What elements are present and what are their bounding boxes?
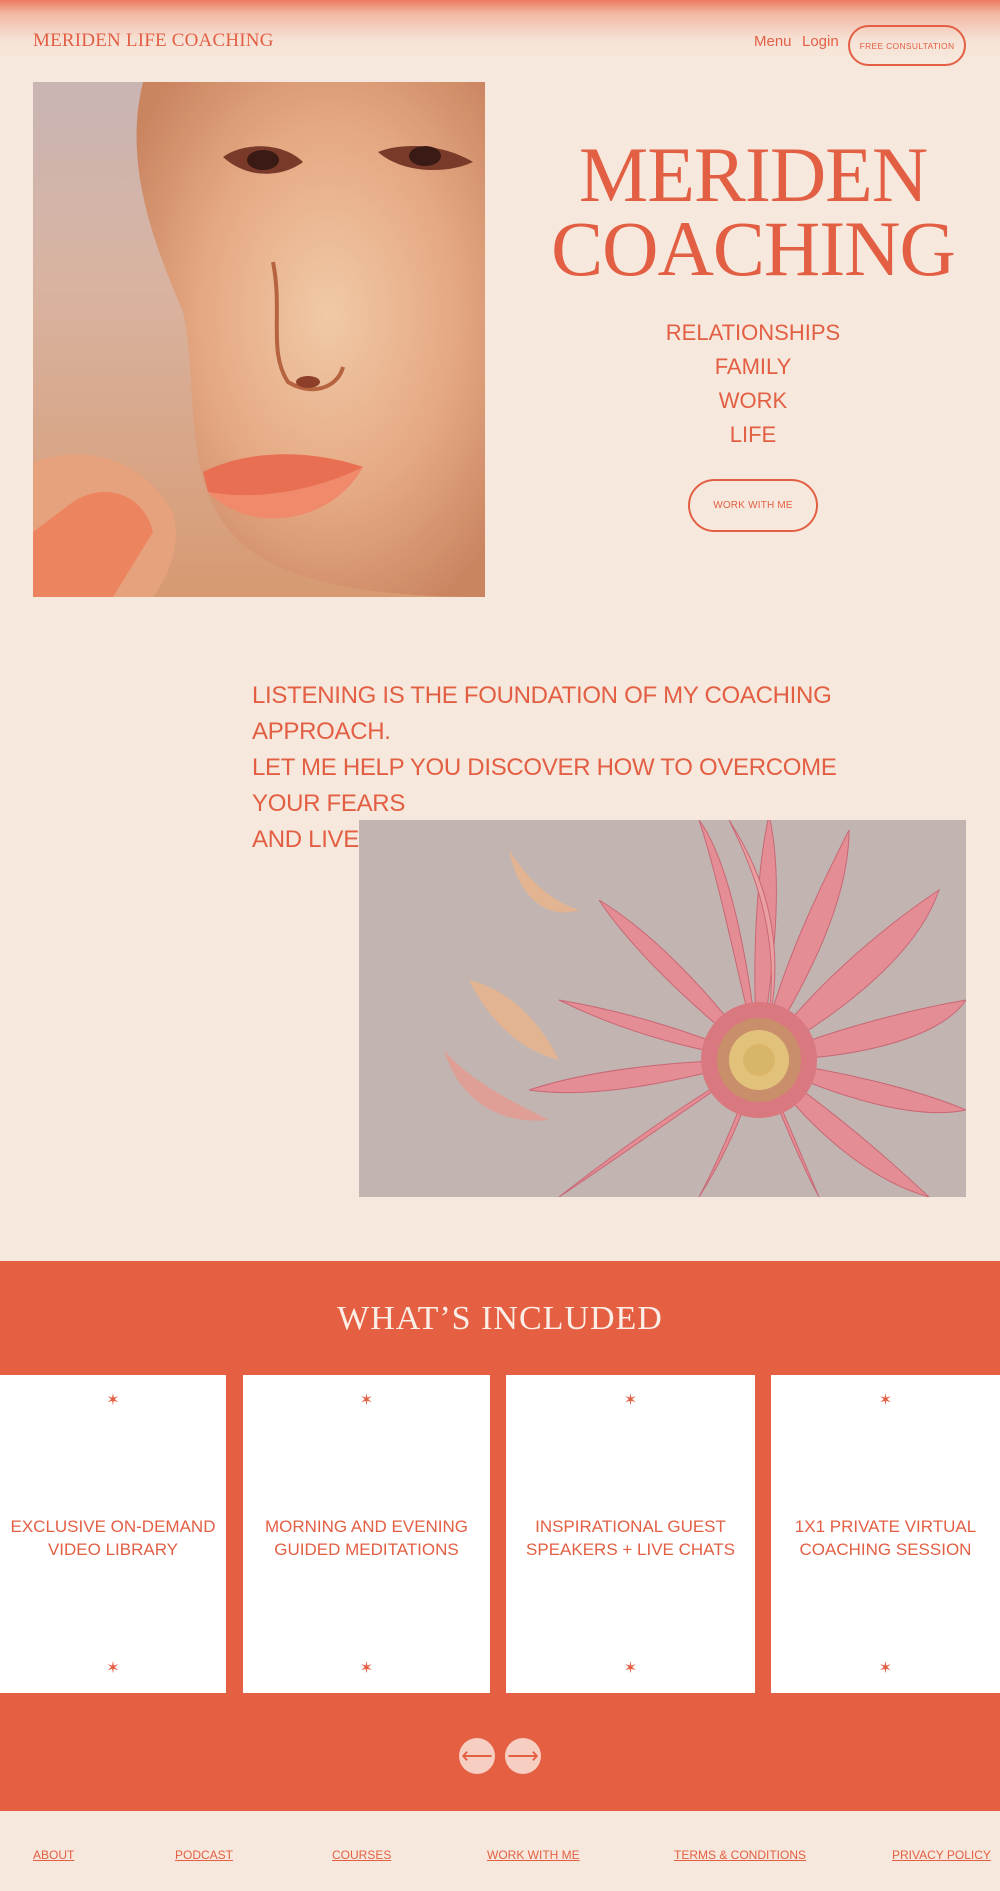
card-label-line2: SPEAKERS + LIVE CHATS xyxy=(526,1540,735,1559)
star-icon: ✶ xyxy=(878,1660,893,1677)
nav-menu-link[interactable]: Menu xyxy=(754,33,792,50)
site-logo[interactable]: MERIDEN LIFE COACHING xyxy=(33,30,274,52)
included-card-video-library[interactable]: ✶ EXCLUSIVE ON-DEMAND VIDEO LIBRARY ✶ xyxy=(0,1375,226,1693)
included-card-guest-speakers[interactable]: ✶ INSPIRATIONAL GUEST SPEAKERS + LIVE CH… xyxy=(506,1375,755,1693)
intro-line1: LISTENING IS THE FOUNDATION OF MY COACHI… xyxy=(252,682,832,745)
footer-link-about[interactable]: ABOUT xyxy=(33,1848,74,1862)
hero-title-line1: MERIDEN xyxy=(578,131,928,218)
star-icon: ✶ xyxy=(359,1660,374,1677)
arrow-right-icon: ⟶ xyxy=(507,1743,539,1768)
whats-included-title: WHAT’S INCLUDED xyxy=(337,1300,663,1337)
card-label: EXCLUSIVE ON-DEMAND VIDEO LIBRARY xyxy=(0,1515,226,1561)
carousel-next-button[interactable]: ⟶ xyxy=(505,1738,541,1774)
focus-item-life: LIFE xyxy=(729,422,777,447)
nav-login-link[interactable]: Login xyxy=(802,33,839,50)
card-label-line1: INSPIRATIONAL GUEST xyxy=(535,1517,726,1536)
star-icon: ✶ xyxy=(878,1392,893,1409)
footer-link-work-with-me[interactable]: WORK WITH ME xyxy=(487,1848,580,1862)
work-with-me-button[interactable]: WORK WITH ME xyxy=(688,479,818,532)
footer-link-privacy[interactable]: PRIVACY POLICY xyxy=(892,1848,991,1862)
carousel-prev-button[interactable]: ⟵ xyxy=(459,1738,495,1774)
focus-item-work: WORK xyxy=(718,388,788,413)
star-icon: ✶ xyxy=(106,1392,120,1409)
focus-item-family: FAMILY xyxy=(714,354,792,379)
footer-link-terms[interactable]: TERMS & CONDITIONS xyxy=(674,1848,806,1862)
star-icon: ✶ xyxy=(106,1660,120,1677)
star-icon: ✶ xyxy=(359,1392,374,1409)
footer-link-podcast[interactable]: PODCAST xyxy=(175,1848,233,1862)
portrait-illustration xyxy=(33,82,485,597)
intro-line2: LET ME HELP YOU DISCOVER HOW TO OVERCOME… xyxy=(252,754,837,817)
card-label-line1: EXCLUSIVE ON-DEMAND xyxy=(10,1517,216,1536)
flower-illustration xyxy=(359,820,966,1197)
included-card-meditations[interactable]: ✶ MORNING AND EVENING GUIDED MEDITATIONS… xyxy=(243,1375,490,1693)
included-card-private-session[interactable]: ✶ 1X1 PRIVATE VIRTUAL COACHING SESSION ✶ xyxy=(771,1375,1000,1693)
hero-focus-list: RELATIONSHIPS FAMILY WORK LIFE xyxy=(600,316,906,452)
hero-title: MERIDEN COACHING xyxy=(540,131,966,292)
arrow-left-icon: ⟵ xyxy=(461,1743,493,1768)
card-label: INSPIRATIONAL GUEST SPEAKERS + LIVE CHAT… xyxy=(506,1515,755,1561)
card-label-line1: 1X1 PRIVATE VIRTUAL xyxy=(794,1517,977,1536)
free-consultation-button[interactable]: FREE CONSULTATION xyxy=(848,25,966,66)
hero-title-line2: COACHING xyxy=(551,205,956,292)
flower-image xyxy=(359,820,966,1197)
hero-portrait-image xyxy=(33,82,485,597)
focus-item-relationships: RELATIONSHIPS xyxy=(665,320,841,345)
star-icon: ✶ xyxy=(623,1392,638,1409)
card-label: MORNING AND EVENING GUIDED MEDITATIONS xyxy=(243,1515,490,1561)
card-label-line2: GUIDED MEDITATIONS xyxy=(274,1540,459,1559)
card-label-line2: COACHING SESSION xyxy=(799,1540,972,1559)
card-label-line2: VIDEO LIBRARY xyxy=(47,1540,179,1559)
star-icon: ✶ xyxy=(623,1660,638,1677)
card-label: 1X1 PRIVATE VIRTUAL COACHING SESSION xyxy=(771,1515,1000,1561)
card-label-line1: MORNING AND EVENING xyxy=(264,1517,469,1536)
footer-link-courses[interactable]: COURSES xyxy=(332,1848,391,1862)
